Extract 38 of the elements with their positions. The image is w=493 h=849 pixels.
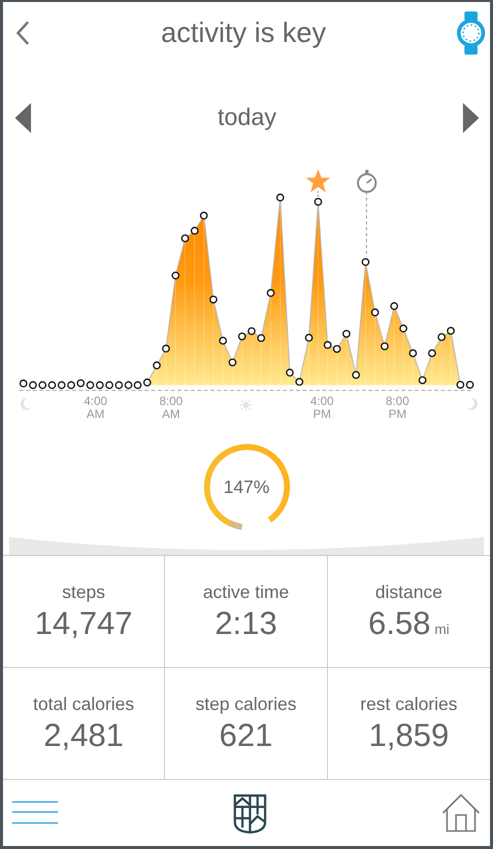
axis-time: 8:00 [159,395,183,408]
leader-line [318,190,319,198]
axis-period: PM [312,408,331,421]
stat-label: total calories [33,694,134,714]
menu-icon[interactable] [12,800,58,826]
stat-value: 1,859 [368,716,449,754]
axis-time: 8:00 [386,395,410,408]
stat-value: 621 [219,716,273,754]
stat-label: step calories [195,694,297,714]
axis-time: 4:00 [310,395,334,408]
stat-label: steps [62,582,106,602]
goal-percent: 147% [223,476,270,498]
shield-logo-icon[interactable] [233,792,267,834]
axis-period: PM [388,408,406,421]
next-day-icon[interactable] [463,103,479,133]
stat-label: rest calories [360,694,458,714]
stat-label: active time [202,582,289,602]
leader-line [366,191,368,258]
star-icon [306,169,330,192]
date-label: today [218,104,276,132]
stat-value: 2,481 [44,716,124,754]
axis-period: AM [86,408,104,421]
back-icon[interactable] [15,20,31,46]
stat-unit: mi [434,620,450,636]
watch-icon[interactable] [456,10,486,56]
stat-value: 2:13 [214,604,278,642]
previous-day-icon[interactable] [15,103,31,133]
stat-label: distance [375,582,442,602]
stat-value: 14,747 [34,604,133,642]
stopwatch-icon [356,170,377,193]
axis-time: 4:00 [84,395,108,408]
stat-value: 6.58 [368,604,431,642]
moon-icon [18,397,32,411]
home-icon[interactable] [442,794,480,832]
screen-title: activity is key [161,17,326,49]
moon-icon [466,397,480,411]
axis-period: AM [162,408,180,421]
sun-icon [240,399,252,411]
